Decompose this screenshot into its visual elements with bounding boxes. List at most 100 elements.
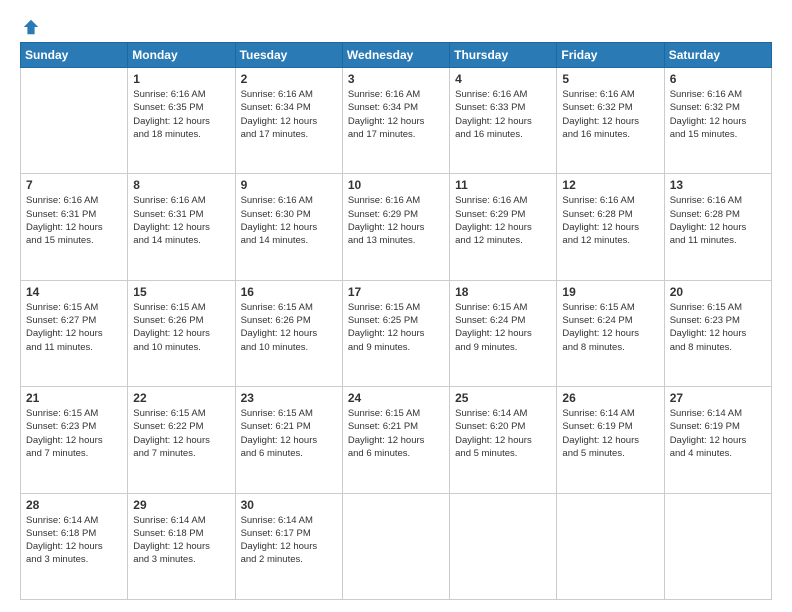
day-number: 20 [670, 285, 766, 299]
calendar-cell: 11 Sunrise: 6:16 AM Sunset: 6:29 PM Dayli… [450, 174, 557, 280]
day-number: 30 [241, 498, 337, 512]
calendar-cell: 28 Sunrise: 6:14 AM Sunset: 6:18 PM Dayli… [21, 493, 128, 599]
calendar-header-tuesday: Tuesday [235, 43, 342, 68]
calendar-cell: 21 Sunrise: 6:15 AM Sunset: 6:23 PM Dayli… [21, 387, 128, 493]
day-number: 25 [455, 391, 551, 405]
calendar-cell: 20 Sunrise: 6:15 AM Sunset: 6:23 PM Dayli… [664, 280, 771, 386]
day-number: 5 [562, 72, 658, 86]
calendar-cell: 29 Sunrise: 6:14 AM Sunset: 6:18 PM Dayli… [128, 493, 235, 599]
day-info: Sunrise: 6:16 AM Sunset: 6:31 PM Dayligh… [133, 194, 229, 247]
day-number: 9 [241, 178, 337, 192]
calendar-week-row: 1 Sunrise: 6:16 AM Sunset: 6:35 PM Daylig… [21, 68, 772, 174]
day-info: Sunrise: 6:15 AM Sunset: 6:23 PM Dayligh… [26, 407, 122, 460]
day-info: Sunrise: 6:14 AM Sunset: 6:19 PM Dayligh… [562, 407, 658, 460]
calendar-cell: 23 Sunrise: 6:15 AM Sunset: 6:21 PM Dayli… [235, 387, 342, 493]
day-info: Sunrise: 6:14 AM Sunset: 6:20 PM Dayligh… [455, 407, 551, 460]
calendar-week-row: 28 Sunrise: 6:14 AM Sunset: 6:18 PM Dayli… [21, 493, 772, 599]
day-number: 13 [670, 178, 766, 192]
day-info: Sunrise: 6:16 AM Sunset: 6:31 PM Dayligh… [26, 194, 122, 247]
calendar-cell: 5 Sunrise: 6:16 AM Sunset: 6:32 PM Daylig… [557, 68, 664, 174]
day-info: Sunrise: 6:16 AM Sunset: 6:29 PM Dayligh… [455, 194, 551, 247]
day-number: 16 [241, 285, 337, 299]
day-info: Sunrise: 6:16 AM Sunset: 6:32 PM Dayligh… [562, 88, 658, 141]
day-info: Sunrise: 6:14 AM Sunset: 6:18 PM Dayligh… [26, 514, 122, 567]
logo-icon [22, 18, 40, 36]
day-info: Sunrise: 6:15 AM Sunset: 6:24 PM Dayligh… [562, 301, 658, 354]
day-number: 14 [26, 285, 122, 299]
day-info: Sunrise: 6:16 AM Sunset: 6:28 PM Dayligh… [562, 194, 658, 247]
day-info: Sunrise: 6:14 AM Sunset: 6:17 PM Dayligh… [241, 514, 337, 567]
day-number: 10 [348, 178, 444, 192]
day-info: Sunrise: 6:15 AM Sunset: 6:21 PM Dayligh… [241, 407, 337, 460]
calendar-cell: 18Sunrise: 6:15 AM Sunset: 6:24 PM Dayli… [450, 280, 557, 386]
calendar-cell [557, 493, 664, 599]
day-number: 8 [133, 178, 229, 192]
day-info: Sunrise: 6:16 AM Sunset: 6:34 PM Dayligh… [348, 88, 444, 141]
day-info: Sunrise: 6:16 AM Sunset: 6:35 PM Dayligh… [133, 88, 229, 141]
calendar-header-saturday: Saturday [664, 43, 771, 68]
logo [20, 18, 40, 32]
calendar-header-wednesday: Wednesday [342, 43, 449, 68]
calendar-table: SundayMondayTuesdayWednesdayThursdayFrid… [20, 42, 772, 600]
calendar-cell: 27 Sunrise: 6:14 AM Sunset: 6:19 PM Dayli… [664, 387, 771, 493]
calendar-cell: 12Sunrise: 6:16 AM Sunset: 6:28 PM Dayli… [557, 174, 664, 280]
day-info: Sunrise: 6:16 AM Sunset: 6:29 PM Dayligh… [348, 194, 444, 247]
day-info: Sunrise: 6:15 AM Sunset: 6:23 PM Dayligh… [670, 301, 766, 354]
day-number: 7 [26, 178, 122, 192]
calendar-cell: 24Sunrise: 6:15 AM Sunset: 6:21 PM Dayli… [342, 387, 449, 493]
calendar-cell [664, 493, 771, 599]
day-info: Sunrise: 6:15 AM Sunset: 6:26 PM Dayligh… [133, 301, 229, 354]
calendar-cell: 17Sunrise: 6:15 AM Sunset: 6:25 PM Dayli… [342, 280, 449, 386]
calendar-cell: 13 Sunrise: 6:16 AM Sunset: 6:28 PM Dayli… [664, 174, 771, 280]
calendar-cell: 8 Sunrise: 6:16 AM Sunset: 6:31 PM Daylig… [128, 174, 235, 280]
calendar-week-row: 7 Sunrise: 6:16 AM Sunset: 6:31 PM Daylig… [21, 174, 772, 280]
day-number: 29 [133, 498, 229, 512]
day-number: 27 [670, 391, 766, 405]
calendar-header-friday: Friday [557, 43, 664, 68]
calendar-cell: 30 Sunrise: 6:14 AM Sunset: 6:17 PM Dayli… [235, 493, 342, 599]
calendar-cell: 16 Sunrise: 6:15 AM Sunset: 6:26 PM Dayli… [235, 280, 342, 386]
day-number: 2 [241, 72, 337, 86]
day-number: 15 [133, 285, 229, 299]
calendar-cell: 19 Sunrise: 6:15 AM Sunset: 6:24 PM Dayli… [557, 280, 664, 386]
day-info: Sunrise: 6:15 AM Sunset: 6:24 PM Dayligh… [455, 301, 551, 354]
day-info: Sunrise: 6:16 AM Sunset: 6:32 PM Dayligh… [670, 88, 766, 141]
day-info: Sunrise: 6:16 AM Sunset: 6:34 PM Dayligh… [241, 88, 337, 141]
day-info: Sunrise: 6:15 AM Sunset: 6:21 PM Dayligh… [348, 407, 444, 460]
day-number: 6 [670, 72, 766, 86]
day-info: Sunrise: 6:14 AM Sunset: 6:19 PM Dayligh… [670, 407, 766, 460]
header [20, 18, 772, 32]
day-number: 19 [562, 285, 658, 299]
day-info: Sunrise: 6:15 AM Sunset: 6:26 PM Dayligh… [241, 301, 337, 354]
calendar-header-row: SundayMondayTuesdayWednesdayThursdayFrid… [21, 43, 772, 68]
calendar-cell: 10 Sunrise: 6:16 AM Sunset: 6:29 PM Dayli… [342, 174, 449, 280]
calendar-cell: 26 Sunrise: 6:14 AM Sunset: 6:19 PM Dayli… [557, 387, 664, 493]
day-info: Sunrise: 6:16 AM Sunset: 6:33 PM Dayligh… [455, 88, 551, 141]
day-number: 22 [133, 391, 229, 405]
calendar-header-sunday: Sunday [21, 43, 128, 68]
calendar-header-monday: Monday [128, 43, 235, 68]
day-number: 1 [133, 72, 229, 86]
calendar-cell [450, 493, 557, 599]
day-number: 23 [241, 391, 337, 405]
calendar-cell: 1 Sunrise: 6:16 AM Sunset: 6:35 PM Daylig… [128, 68, 235, 174]
calendar-cell: 2 Sunrise: 6:16 AM Sunset: 6:34 PM Daylig… [235, 68, 342, 174]
calendar-cell: 22 Sunrise: 6:15 AM Sunset: 6:22 PM Dayli… [128, 387, 235, 493]
day-number: 26 [562, 391, 658, 405]
calendar-cell [21, 68, 128, 174]
day-info: Sunrise: 6:16 AM Sunset: 6:28 PM Dayligh… [670, 194, 766, 247]
calendar-cell: 14Sunrise: 6:15 AM Sunset: 6:27 PM Dayli… [21, 280, 128, 386]
day-number: 11 [455, 178, 551, 192]
day-info: Sunrise: 6:15 AM Sunset: 6:22 PM Dayligh… [133, 407, 229, 460]
calendar-cell: 6 Sunrise: 6:16 AM Sunset: 6:32 PM Daylig… [664, 68, 771, 174]
calendar-week-row: 14Sunrise: 6:15 AM Sunset: 6:27 PM Dayli… [21, 280, 772, 386]
page: SundayMondayTuesdayWednesdayThursdayFrid… [0, 0, 792, 612]
day-number: 21 [26, 391, 122, 405]
day-info: Sunrise: 6:16 AM Sunset: 6:30 PM Dayligh… [241, 194, 337, 247]
day-number: 28 [26, 498, 122, 512]
calendar-cell: 4 Sunrise: 6:16 AM Sunset: 6:33 PM Daylig… [450, 68, 557, 174]
day-info: Sunrise: 6:14 AM Sunset: 6:18 PM Dayligh… [133, 514, 229, 567]
day-number: 4 [455, 72, 551, 86]
day-number: 17 [348, 285, 444, 299]
calendar-cell: 25 Sunrise: 6:14 AM Sunset: 6:20 PM Dayli… [450, 387, 557, 493]
